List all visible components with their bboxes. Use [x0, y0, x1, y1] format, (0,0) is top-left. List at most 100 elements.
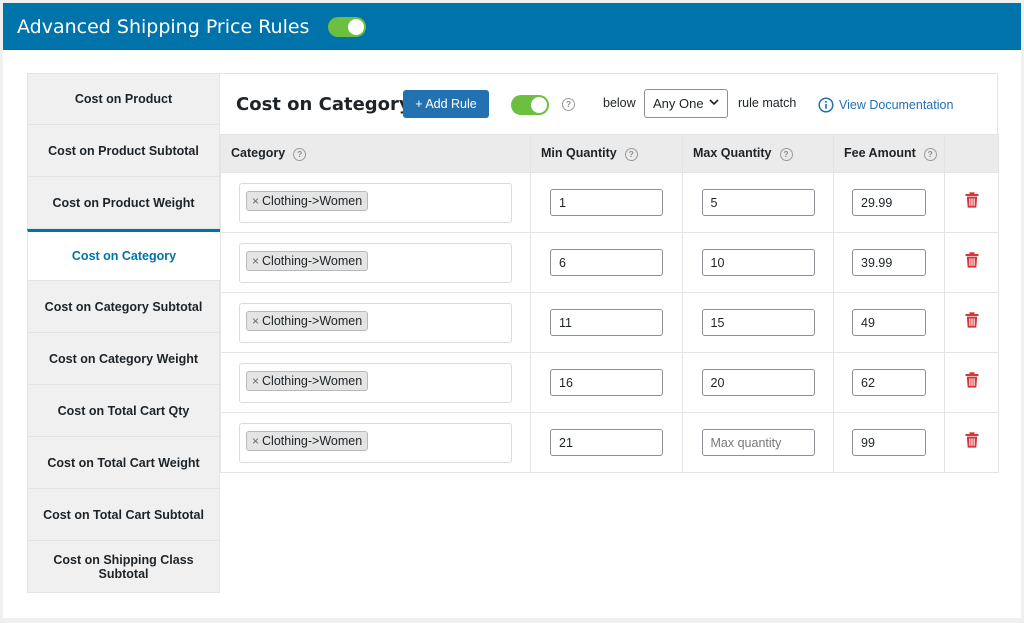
min-quantity-input[interactable]	[550, 429, 663, 456]
min-quantity-input[interactable]	[550, 309, 663, 336]
page-title: Advanced Shipping Price Rules	[17, 15, 310, 38]
rules-content: Cost on Category + Add Rule ? below Any …	[220, 73, 999, 473]
column-label: Category	[231, 146, 286, 161]
max-cell	[682, 412, 834, 473]
category-multiselect[interactable]: × Clothing->Women	[239, 182, 512, 223]
min-quantity-input[interactable]	[550, 249, 663, 276]
remove-chip-icon[interactable]: ×	[252, 254, 259, 268]
max-quantity-input[interactable]	[701, 189, 815, 216]
trash-icon[interactable]	[965, 432, 979, 448]
fee-cell	[833, 292, 945, 353]
sidebar-item-cost-on-total-cart-weight[interactable]: Cost on Total Cart Weight	[27, 437, 220, 489]
below-label: below	[603, 96, 636, 110]
fee-amount-input[interactable]	[852, 429, 926, 456]
sidebar-item-cost-on-category[interactable]: Cost on Category	[27, 229, 220, 281]
view-documentation-link[interactable]: View Documentation	[818, 97, 953, 113]
rule-match-value: Any One	[653, 96, 704, 111]
remove-chip-icon[interactable]: ×	[252, 434, 259, 448]
help-icon[interactable]: ?	[923, 147, 937, 161]
category-cell: × Clothing->Women	[220, 172, 531, 233]
table-row: × Clothing->Women	[220, 172, 999, 233]
chevron-down-icon	[709, 99, 719, 106]
category-cell: × Clothing->Women	[220, 232, 531, 293]
delete-cell	[944, 232, 999, 293]
max-quantity-input[interactable]	[701, 429, 815, 456]
sidebar-item-cost-on-category-subtotal[interactable]: Cost on Category Subtotal	[27, 281, 220, 333]
delete-cell	[944, 352, 999, 413]
fee-cell	[833, 352, 945, 413]
delete-cell	[944, 412, 999, 473]
column-header-actions	[944, 134, 999, 173]
min-quantity-input[interactable]	[550, 189, 663, 216]
category-cell: × Clothing->Women	[220, 292, 531, 353]
add-rule-button[interactable]: + Add Rule	[403, 90, 489, 118]
table-row: × Clothing->Women	[220, 232, 999, 293]
sidebar-item-cost-on-total-cart-subtotal[interactable]: Cost on Total Cart Subtotal	[27, 489, 220, 541]
trash-icon[interactable]	[965, 372, 979, 388]
min-cell	[530, 412, 683, 473]
min-cell	[530, 352, 683, 413]
rule-match-label: rule match	[738, 96, 797, 110]
max-quantity-input[interactable]	[701, 369, 815, 396]
trash-icon[interactable]	[965, 252, 979, 268]
column-header-max-quantity: Max Quantity?	[682, 134, 834, 173]
trash-icon[interactable]	[965, 312, 979, 328]
fee-cell	[833, 412, 945, 473]
plugin-enable-toggle[interactable]	[328, 16, 367, 37]
column-header-min-quantity: Min Quantity?	[530, 134, 683, 173]
min-cell	[530, 232, 683, 293]
help-icon[interactable]: ?	[562, 98, 575, 111]
trash-icon[interactable]	[965, 192, 979, 208]
help-icon[interactable]: ?	[293, 147, 307, 161]
category-chip: × Clothing->Women	[246, 250, 369, 271]
fee-cell	[833, 172, 945, 233]
chip-label: Clothing->Women	[262, 313, 363, 328]
column-label: Min Quantity	[541, 146, 617, 161]
column-header-category: Category?	[220, 134, 531, 173]
column-label: Fee Amount	[844, 146, 916, 161]
fee-amount-input[interactable]	[852, 309, 926, 336]
max-quantity-input[interactable]	[701, 249, 815, 276]
section-heading: Cost on Category	[236, 93, 411, 115]
top-bar: Advanced Shipping Price Rules	[3, 3, 1021, 50]
category-multiselect[interactable]: × Clothing->Women	[239, 422, 512, 463]
remove-chip-icon[interactable]: ×	[252, 194, 259, 208]
sidebar-item-cost-on-product[interactable]: Cost on Product	[27, 73, 220, 125]
table-row: × Clothing->Women	[220, 352, 999, 413]
max-cell	[682, 292, 834, 353]
table-header-row: Category? Min Quantity? Max Quantity? Fe…	[220, 134, 999, 173]
column-label: Max Quantity	[693, 146, 772, 161]
chip-label: Clothing->Women	[262, 253, 363, 268]
table-row: × Clothing->Women	[220, 412, 999, 473]
max-quantity-input[interactable]	[701, 309, 815, 336]
help-icon[interactable]: ?	[624, 147, 638, 161]
category-chip: × Clothing->Women	[246, 190, 369, 211]
sidebar-item-cost-on-product-subtotal[interactable]: Cost on Product Subtotal	[27, 125, 220, 177]
min-quantity-input[interactable]	[550, 369, 663, 396]
chip-label: Clothing->Women	[262, 193, 363, 208]
fee-amount-input[interactable]	[852, 369, 926, 396]
view-documentation-label: View Documentation	[839, 98, 954, 112]
chip-label: Clothing->Women	[262, 373, 363, 388]
delete-cell	[944, 292, 999, 353]
sidebar-item-cost-on-shipping-class-subtotal[interactable]: Cost on Shipping Class Subtotal	[27, 541, 220, 593]
category-multiselect[interactable]: × Clothing->Women	[239, 242, 512, 283]
max-cell	[682, 352, 834, 413]
category-multiselect[interactable]: × Clothing->Women	[239, 362, 512, 403]
section-enable-toggle[interactable]	[511, 95, 549, 115]
remove-chip-icon[interactable]: ×	[252, 314, 259, 328]
help-icon[interactable]: ?	[779, 147, 793, 161]
sidebar-item-cost-on-product-weight[interactable]: Cost on Product Weight	[27, 177, 220, 229]
fee-amount-input[interactable]	[852, 189, 926, 216]
rules-table: Category? Min Quantity? Max Quantity? Fe…	[220, 134, 999, 473]
category-multiselect[interactable]: × Clothing->Women	[239, 302, 512, 343]
sidebar-item-cost-on-category-weight[interactable]: Cost on Category Weight	[27, 333, 220, 385]
rule-type-sidebar: Cost on Product Cost on Product Subtotal…	[27, 73, 220, 595]
min-cell	[530, 292, 683, 353]
fee-amount-input[interactable]	[852, 249, 926, 276]
remove-chip-icon[interactable]: ×	[252, 374, 259, 388]
rule-match-select[interactable]: Any One	[644, 89, 728, 118]
category-cell: × Clothing->Women	[220, 412, 531, 473]
sidebar-item-cost-on-total-cart-qty[interactable]: Cost on Total Cart Qty	[27, 385, 220, 437]
toggle-knob	[348, 18, 365, 35]
